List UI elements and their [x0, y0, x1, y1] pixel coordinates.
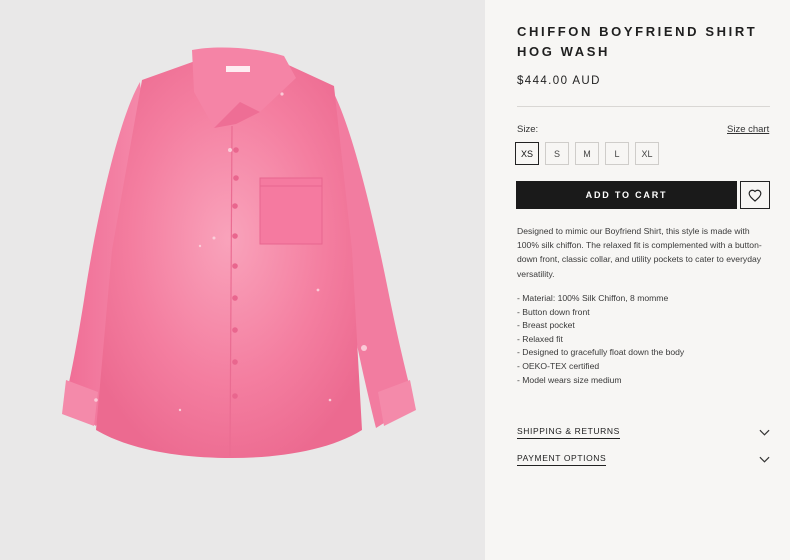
feature-item: - Relaxed fit	[517, 333, 563, 344]
feature-list: - Material: 100% Silk Chiffon, 8 momme -…	[517, 292, 773, 387]
size-option-s[interactable]: S	[545, 142, 569, 165]
wishlist-button[interactable]	[740, 181, 770, 209]
product-price: $444.00 AUD	[517, 75, 601, 87]
size-label: Size:	[517, 124, 539, 135]
accordion-label: PAYMENT OPTIONS	[517, 453, 607, 466]
chevron-down-icon	[759, 456, 770, 463]
size-options: XS S M L XL	[515, 142, 659, 165]
feature-item: - Designed to gracefully float down the …	[517, 347, 685, 358]
feature-item: - Model wears size medium	[517, 374, 622, 385]
feature-item: - Breast pocket	[517, 320, 575, 331]
product-details-panel: CHIFFON BOYFRIEND SHIRT HOG WASH $444.00…	[485, 0, 790, 560]
size-chart-link[interactable]: Size chart	[727, 124, 769, 135]
product-title: CHIFFON BOYFRIEND SHIRT HOG WASH	[517, 24, 758, 59]
payment-options-accordion[interactable]: PAYMENT OPTIONS	[517, 451, 770, 467]
feature-item: - Material: 100% Silk Chiffon, 8 momme	[517, 293, 669, 303]
accordion-label: SHIPPING & RETURNS	[517, 426, 620, 439]
product-description: Designed to mimic our Boyfriend Shirt, t…	[517, 226, 762, 279]
product-image[interactable]	[0, 0, 485, 560]
chevron-down-icon	[759, 429, 770, 436]
shipping-returns-accordion[interactable]: SHIPPING & RETURNS	[517, 424, 770, 440]
size-option-l[interactable]: L	[605, 142, 629, 165]
feature-item: - Button down front	[517, 306, 590, 317]
feature-item: - OEKO-TEX certified	[517, 360, 600, 371]
size-option-xs[interactable]: XS	[515, 142, 539, 165]
divider	[517, 106, 770, 107]
add-to-cart-button[interactable]: ADD TO CART	[516, 181, 737, 209]
heart-icon	[748, 189, 762, 202]
size-option-m[interactable]: M	[575, 142, 599, 165]
size-option-xl[interactable]: XL	[635, 142, 659, 165]
pink-chiffon-shirt-image	[62, 47, 416, 458]
